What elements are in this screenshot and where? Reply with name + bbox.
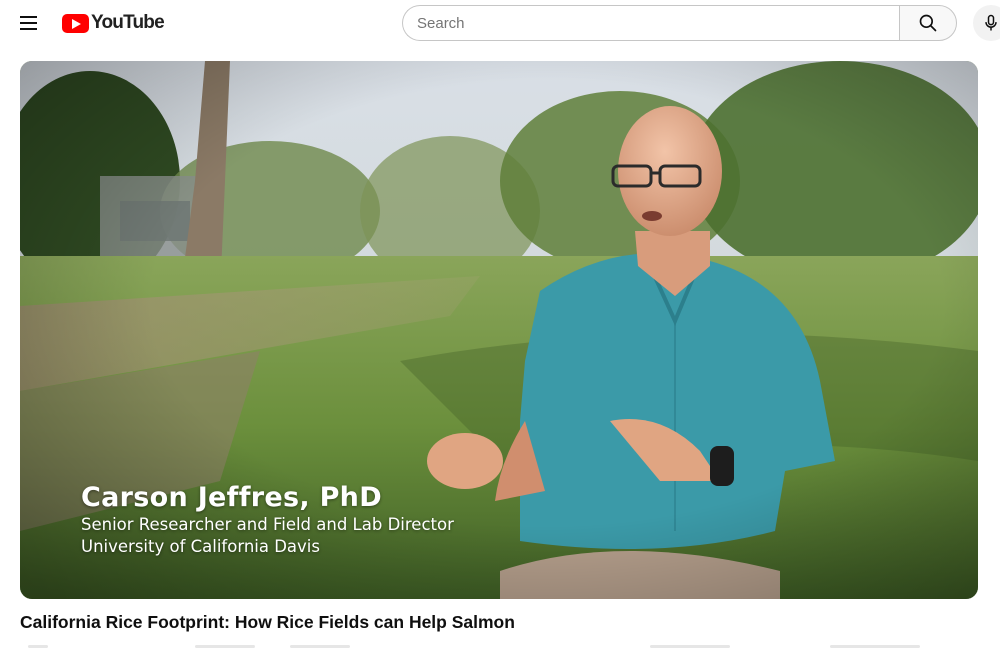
- search-input[interactable]: [402, 5, 899, 41]
- search-icon: [919, 14, 937, 32]
- youtube-logo-icon: [62, 13, 89, 33]
- masthead: YouTube: [0, 0, 1000, 46]
- speaker-name: Carson Jeffres, PhD: [81, 482, 382, 513]
- youtube-logo[interactable]: YouTube: [62, 12, 165, 34]
- search-bar: [402, 5, 957, 41]
- speaker-affiliation: University of California Davis: [81, 537, 320, 556]
- microphone-icon: [985, 14, 997, 31]
- name-lower-third: Carson Jeffres, PhD Senior Researcher an…: [81, 482, 454, 558]
- logo-text: YouTube: [91, 12, 165, 33]
- speaker-role: Senior Researcher and Field and Lab Dire…: [81, 515, 454, 534]
- hamburger-menu-icon[interactable]: [17, 11, 41, 35]
- search-button[interactable]: [899, 5, 957, 41]
- video-title: California Rice Footprint: How Rice Fiel…: [20, 612, 515, 632]
- voice-search-button[interactable]: [973, 5, 1000, 41]
- video-player[interactable]: Carson Jeffres, PhD Senior Researcher an…: [20, 61, 978, 599]
